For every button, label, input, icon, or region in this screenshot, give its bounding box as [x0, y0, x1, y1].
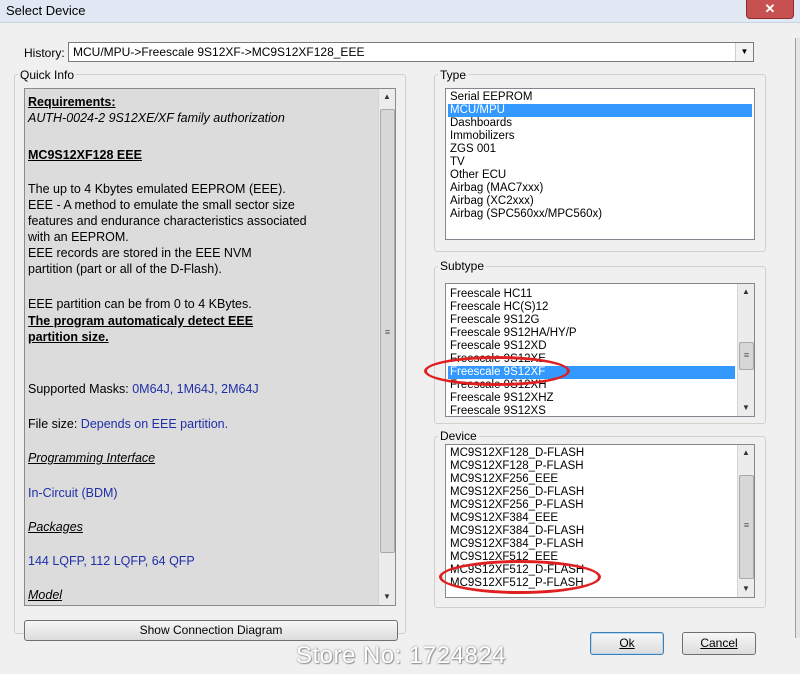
desc-line: The up to 4 Kbytes emulated EEPROM (EEE)…	[28, 182, 286, 196]
scroll-down-icon[interactable]: ▼	[738, 400, 754, 416]
chevron-down-icon[interactable]: ▼	[735, 43, 753, 61]
history-label: History:	[24, 46, 65, 60]
list-item[interactable]: Airbag (SPC560xx/MPC560x)	[448, 208, 602, 221]
cancel-button-label: Cancel	[700, 636, 738, 650]
desc-line: EEE - A method to emulate the small sect…	[28, 198, 295, 212]
type-label: Type	[438, 68, 469, 82]
filesize-row: File size: Depends on EEE partition.	[28, 416, 228, 432]
scrollbar-thumb[interactable]: ≡	[739, 475, 754, 579]
desc-line: partition (part or all of the D-Flash).	[28, 262, 222, 276]
list-item[interactable]: MC9S12XF256_P-FLASH	[448, 499, 584, 512]
ok-button-label: Ok	[619, 636, 635, 650]
list-item[interactable]: Airbag (XC2xxx)	[448, 195, 534, 208]
list-item[interactable]: Dashboards	[448, 117, 512, 130]
list-item[interactable]: TV	[448, 156, 465, 169]
packages-value: 144 LQFP, 112 LQFP, 64 QFP	[28, 554, 195, 568]
masks-row: Supported Masks: 0M64J, 1M64J, 2M64J	[28, 381, 259, 397]
title-bar: Select Device ✕	[0, 0, 800, 23]
device-scrollbar[interactable]: ▲ ≡ ▼	[737, 445, 754, 597]
list-item[interactable]: Other ECU	[448, 169, 506, 182]
cancel-button[interactable]: Cancel	[682, 632, 756, 655]
device-label: Device	[438, 429, 479, 443]
annotation-circle	[424, 356, 570, 386]
list-item[interactable]: Immobilizers	[448, 130, 515, 143]
list-item[interactable]: MC9S12XF384_P-FLASH	[448, 538, 584, 551]
model-heading: Model	[28, 588, 63, 602]
masks-label: Supported Masks:	[28, 382, 133, 396]
list-item[interactable]: Freescale 9S12G	[448, 314, 540, 327]
list-item[interactable]: MC9S12XF384_D-FLASH	[448, 525, 584, 538]
list-item[interactable]: Serial EEPROM	[448, 91, 532, 104]
subtype-label: Subtype	[438, 259, 487, 273]
grip-icon: ≡	[743, 350, 750, 360]
ok-button[interactable]: Ok	[590, 632, 664, 655]
list-item[interactable]: Freescale HC(S)12	[448, 301, 548, 314]
list-item-selected[interactable]: MCU/MPU	[448, 104, 752, 117]
masks-value: 0M64J, 1M64J, 2M64J	[132, 382, 259, 396]
scrollbar-thumb[interactable]: ≡	[739, 342, 754, 370]
quick-info-pane: Requirements: AUTH-0024-2 9S12XE/XF fami…	[24, 88, 396, 606]
packages-heading: Packages	[28, 520, 83, 534]
requirements-text: AUTH-0024-2 9S12XE/XF family authorizati…	[28, 111, 285, 125]
scroll-up-icon[interactable]: ▲	[738, 445, 754, 461]
show-connection-diagram-button[interactable]: Show Connection Diagram	[24, 620, 398, 641]
list-item[interactable]: ZGS 001	[448, 143, 496, 156]
auto-detect-line: The program automaticaly detect EEE	[28, 314, 254, 328]
auto-detect-line: partition size.	[28, 330, 109, 344]
history-value: MCU/MPU->Freescale 9S12XF->MC9S12XF128_E…	[73, 45, 365, 59]
annotation-circle	[439, 560, 601, 594]
list-item[interactable]: Freescale HC11	[448, 288, 532, 301]
list-item[interactable]: Freescale 9S12XHZ	[448, 392, 554, 405]
close-button[interactable]: ✕	[746, 0, 794, 19]
grip-icon: ≡	[743, 520, 750, 530]
scroll-down-icon[interactable]: ▼	[379, 589, 395, 605]
list-item[interactable]: MC9S12XF384_EEE	[448, 512, 558, 525]
window-title: Select Device	[6, 3, 86, 18]
type-listbox[interactable]: Serial EEPROM MCU/MPU Dashboards Immobil…	[445, 88, 755, 240]
desc-line: with an EEPROM.	[28, 230, 129, 244]
list-item[interactable]: MC9S12XF256_EEE	[448, 473, 558, 486]
list-item[interactable]: Freescale 9S12XS	[448, 405, 546, 416]
list-item[interactable]: Freescale 9S12XD	[448, 340, 547, 353]
filesize-label: File size:	[28, 417, 81, 431]
window-edge	[795, 38, 800, 638]
list-item[interactable]: Airbag (MAC7xxx)	[448, 182, 543, 195]
history-combobox[interactable]: MCU/MPU->Freescale 9S12XF->MC9S12XF128_E…	[68, 42, 754, 62]
scroll-down-icon[interactable]: ▼	[738, 581, 754, 597]
device-heading: MC9S12XF128 EEE	[28, 148, 142, 162]
list-item[interactable]: Freescale 9S12HA/HY/P	[448, 327, 577, 340]
desc-line: features and endurance characteristics a…	[28, 214, 307, 228]
prog-interface-value: In-Circuit (BDM)	[28, 486, 118, 500]
filesize-value: Depends on EEE partition.	[80, 417, 229, 431]
list-item[interactable]: MC9S12XF128_D-FLASH	[448, 447, 584, 460]
list-item[interactable]: MC9S12XF256_D-FLASH	[448, 486, 584, 499]
subtype-listbox[interactable]: Freescale HC11 Freescale HC(S)12 Freesca…	[445, 283, 755, 417]
watermark-text: Store No: 1724824	[296, 642, 506, 669]
partition-text: EEE partition can be from 0 to 4 KBytes.	[28, 297, 252, 311]
quick-info-label: Quick Info	[18, 68, 77, 82]
subtype-scrollbar[interactable]: ▲ ≡ ▼	[737, 284, 754, 416]
grip-icon: ≡	[384, 327, 391, 337]
scroll-up-icon[interactable]: ▲	[738, 284, 754, 300]
requirements-heading: Requirements:	[28, 95, 116, 109]
list-item[interactable]: MC9S12XF128_P-FLASH	[448, 460, 584, 473]
scroll-up-icon[interactable]: ▲	[379, 89, 395, 105]
quick-info-scrollbar[interactable]: ▲ ≡ ▼	[378, 89, 395, 605]
desc-line: EEE records are stored in the EEE NVM	[28, 246, 252, 260]
scrollbar-thumb[interactable]: ≡	[380, 109, 395, 553]
prog-interface-heading: Programming Interface	[28, 451, 156, 465]
